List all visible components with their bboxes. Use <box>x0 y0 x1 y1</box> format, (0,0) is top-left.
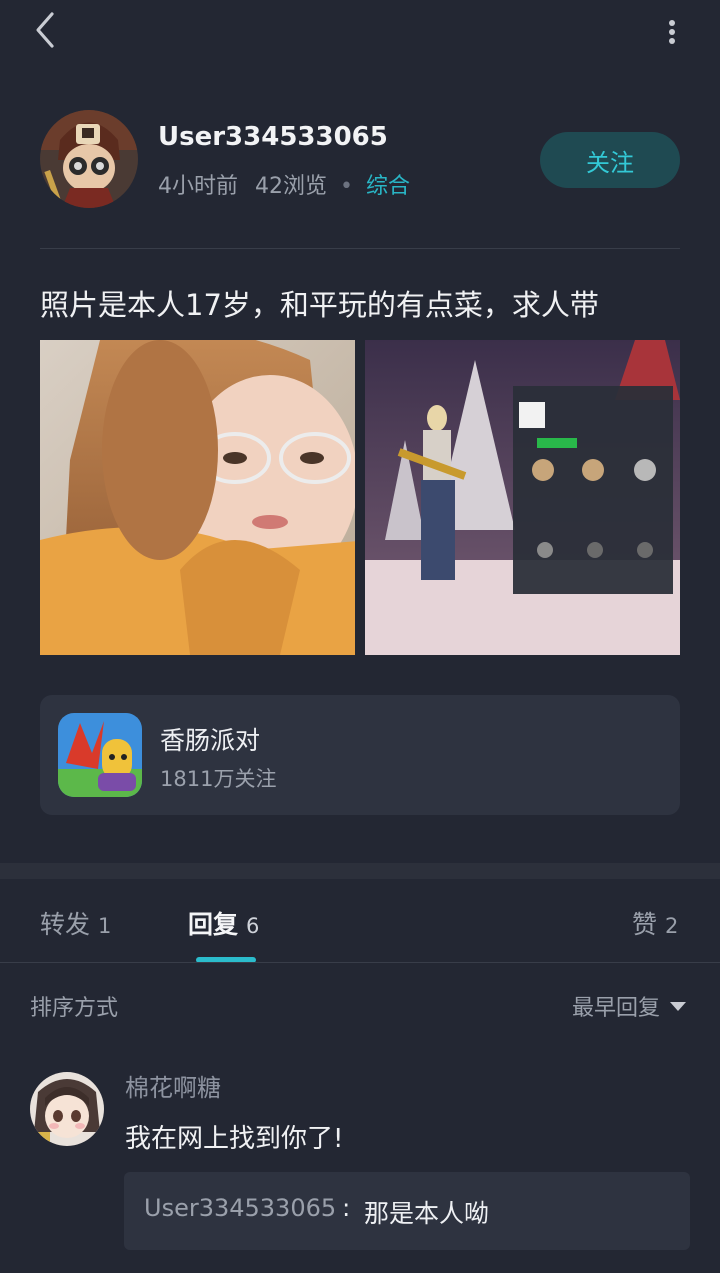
post-text: 照片是本人17岁，和平玩的有点菜，求人带 <box>40 288 599 322</box>
sort-dropdown[interactable]: 最早回复 <box>572 990 686 1022</box>
tab-repost[interactable]: 转发 1 <box>40 905 111 941</box>
tab-reply[interactable]: 回复 6 <box>188 905 259 941</box>
more-options-button[interactable] <box>662 14 682 50</box>
chevron-left-icon <box>36 12 54 48</box>
sort-label: 排序方式 <box>30 996 119 1021</box>
divider <box>0 962 720 963</box>
tab-reply-count: 6 <box>246 914 260 938</box>
game-followers: 1811万关注 <box>160 767 277 791</box>
author-name[interactable]: User334533065 <box>158 122 388 152</box>
post-image-portrait[interactable] <box>40 340 355 655</box>
author-avatar[interactable] <box>40 110 138 208</box>
comment-item: 棉花啊糖 我在网上找到你了! User334533065: 那是本人呦 <box>0 1060 720 1273</box>
commenter-name[interactable]: 棉花啊糖 <box>125 1068 221 1103</box>
comment-text: 我在网上找到你了! <box>125 1124 344 1154</box>
author-row: User334533065 4小时前 42浏览 • 综合 关注 <box>40 110 680 210</box>
back-button[interactable] <box>28 10 68 50</box>
tab-repost-count: 1 <box>98 914 112 938</box>
reply-text: 那是本人呦 <box>364 1199 490 1228</box>
top-bar <box>0 0 720 64</box>
reply-separator: : <box>342 1194 351 1222</box>
post-views: 42浏览 <box>255 174 327 199</box>
sort-bar: 排序方式 最早回复 <box>0 978 720 1034</box>
caret-down-icon <box>670 1001 686 1011</box>
tab-like-label: 赞 <box>632 910 658 939</box>
more-vertical-icon <box>669 20 675 44</box>
tab-reply-label: 回复 <box>188 910 239 939</box>
post-category[interactable]: 综合 <box>366 174 410 199</box>
tab-like[interactable]: 赞2 <box>632 905 678 941</box>
follow-button[interactable]: 关注 <box>540 132 680 188</box>
meta-separator: • <box>340 174 353 199</box>
reply-author: User334533065: <box>144 1194 350 1222</box>
post-image-game-screenshot[interactable] <box>365 340 680 655</box>
reply-author-name: User334533065 <box>144 1194 337 1222</box>
section-gap <box>0 863 720 879</box>
game-card[interactable]: 香肠派对 1811万关注 <box>40 695 680 815</box>
reply-preview[interactable]: User334533065: 那是本人呦 <box>124 1172 690 1250</box>
tab-like-count: 2 <box>665 914 679 938</box>
game-icon <box>58 713 142 797</box>
tab-repost-label: 转发 <box>40 910 91 939</box>
post-time: 4小时前 <box>158 174 238 199</box>
post-meta: 4小时前 42浏览 • 综合 <box>158 168 410 200</box>
game-name: 香肠派对 <box>160 726 261 755</box>
divider <box>40 248 680 249</box>
interaction-tabs: 转发 1 回复 6 赞2 <box>0 879 720 963</box>
sort-selected: 最早回复 <box>571 996 660 1021</box>
commenter-avatar[interactable] <box>30 1072 104 1146</box>
